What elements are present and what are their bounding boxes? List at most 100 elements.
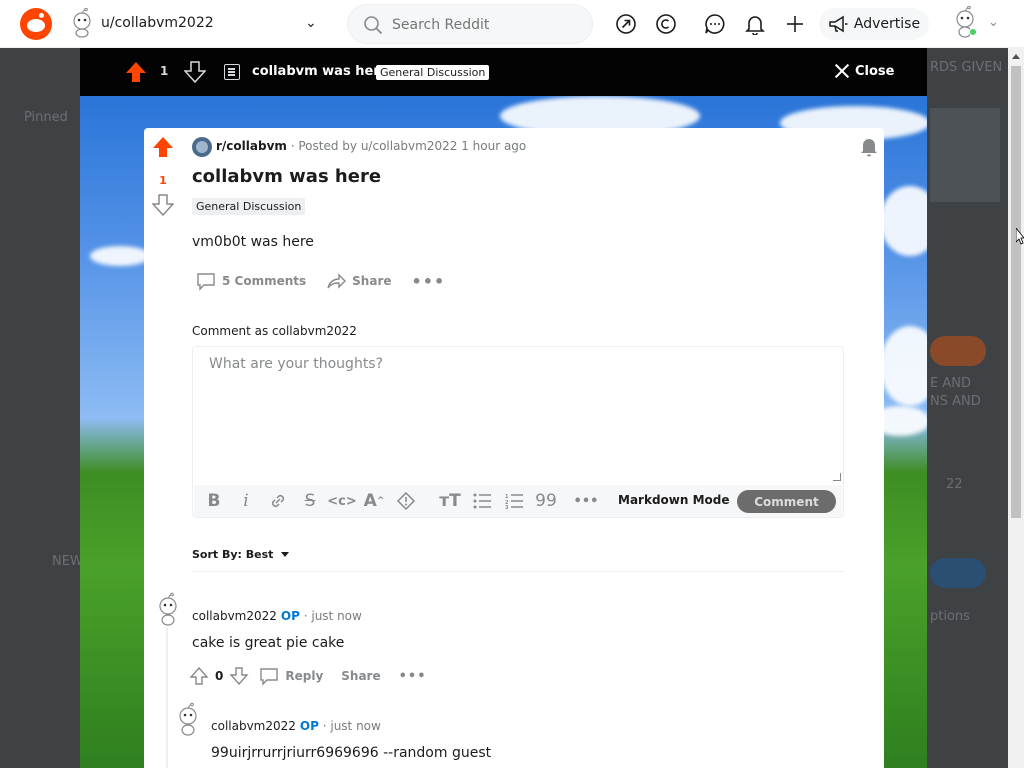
comment-as-label: Comment as collabvm2022 <box>192 324 357 338</box>
comment-more-icon[interactable]: ••• <box>399 669 427 684</box>
close-modal-button[interactable]: Close <box>834 63 894 79</box>
bulleted-list-icon[interactable] <box>466 487 498 515</box>
superscript-icon[interactable]: A ^ <box>358 487 390 515</box>
reply-button[interactable]: Reply <box>259 666 323 686</box>
comment-time: · just now <box>299 609 362 623</box>
comment-composer: B i S <c> A^ тT 123 99 ••• Markdown Mode… <box>192 346 844 518</box>
comment-downvote-icon[interactable] <box>229 666 249 686</box>
textarea-resize-handle[interactable] <box>833 473 841 481</box>
post-score: 1 <box>159 174 167 187</box>
op-badge: OP <box>280 609 300 623</box>
comment-author[interactable]: collabvm2022 <box>192 609 277 623</box>
user-menu-chevron-icon[interactable]: ⌄ <box>988 15 999 30</box>
notifications-bell-icon[interactable] <box>744 13 766 35</box>
downvote-icon[interactable] <box>152 194 174 216</box>
reddit-logo-icon[interactable] <box>20 8 52 40</box>
comment-avatar-icon[interactable] <box>154 592 182 626</box>
post-modal-header: 1 collabvm was here General Discussion C… <box>80 48 927 96</box>
post-title: collabvm was here <box>192 166 382 187</box>
backdrop-banner-image <box>930 108 1000 202</box>
create-post-plus-icon[interactable] <box>784 13 806 35</box>
sort-dropdown[interactable]: Sort By: Best <box>192 548 290 561</box>
posted-by-text: · Posted by u/collabvm2022 1 hour ago <box>290 139 527 153</box>
share-label: Share <box>352 274 392 288</box>
megaphone-icon <box>829 15 848 33</box>
search-input[interactable] <box>392 14 582 36</box>
post-flair-badge[interactable]: General Discussion <box>192 198 306 215</box>
comment-score: 0 <box>215 669 224 683</box>
submit-comment-button[interactable]: Comment <box>737 490 836 513</box>
header-flair-badge[interactable]: General Discussion <box>376 65 490 80</box>
current-community-label[interactable]: u/collabvm2022 <box>101 15 214 31</box>
heading-icon[interactable]: тT <box>434 487 466 515</box>
header-downvote-icon[interactable] <box>184 60 206 84</box>
scroll-up-arrow-icon[interactable] <box>1012 54 1020 59</box>
reply-op-badge: OP <box>299 719 319 733</box>
mouse-cursor-icon <box>1016 228 1024 245</box>
comment-textarea[interactable] <box>194 348 842 484</box>
post-body: vm0b0t was here <box>192 234 314 250</box>
top-navigation-bar: u/collabvm2022 ⌄ Advertise <box>0 0 1024 48</box>
reply-avatar-icon[interactable] <box>174 702 202 736</box>
subreddit-link[interactable]: r/collabvm <box>216 139 287 153</box>
header-post-title: collabvm was here <box>252 64 389 79</box>
inline-code-icon[interactable]: <c> <box>326 487 358 515</box>
link-icon[interactable] <box>262 487 294 515</box>
backdrop-pinned-text: Pinned <box>24 110 68 125</box>
comment-share-label: Share <box>341 669 381 683</box>
text-post-icon <box>224 64 240 80</box>
comment-thread-line[interactable] <box>166 628 168 768</box>
reply-body: 99uirjrrurrjriurr6969696 --random guest <box>211 745 492 761</box>
comment-upvote-icon[interactable] <box>189 666 209 686</box>
more-options-button[interactable]: ••• <box>408 269 450 293</box>
italic-icon[interactable]: i <box>230 487 262 515</box>
scrollbar-thumb[interactable] <box>1011 66 1021 518</box>
more-formatting-icon[interactable]: ••• <box>570 487 602 515</box>
popular-arrow-icon[interactable] <box>615 13 637 35</box>
community-dropdown-chevron-icon[interactable]: ⌄ <box>305 15 317 31</box>
more-dots-icon: ••• <box>411 271 446 291</box>
advertise-button[interactable]: Advertise <box>819 8 929 40</box>
backdrop-options-text: ptions <box>930 609 970 624</box>
comments-divider <box>192 571 844 572</box>
comment-share-button[interactable]: Share <box>341 669 380 683</box>
backdrop-new-text: NEW <box>52 554 83 569</box>
numbered-list-icon[interactable]: 123 <box>498 487 530 515</box>
reply-icon <box>260 668 279 686</box>
share-icon <box>327 273 347 289</box>
comments-button[interactable]: 5 Comments <box>192 269 310 293</box>
coins-icon[interactable] <box>655 13 677 35</box>
comments-count-label: 5 Comments <box>222 274 307 288</box>
formatting-toolbar: B i S <c> A ^ тT 123 99 ••• Markdown Mode… <box>194 485 842 517</box>
comment-icon <box>197 273 215 291</box>
sort-caret-icon <box>281 552 290 557</box>
post-actions: 5 Comments Share ••• <box>192 269 461 293</box>
subreddit-icon[interactable] <box>192 137 212 157</box>
strikethrough-icon[interactable]: S <box>294 487 326 515</box>
reply-time: · just now <box>318 719 381 733</box>
share-button[interactable]: Share <box>322 269 395 293</box>
header-upvote-icon[interactable] <box>125 60 147 84</box>
search-bar[interactable] <box>347 4 593 44</box>
bold-icon[interactable]: B <box>198 487 230 515</box>
comment-meta: collabvm2022 OP · just now <box>192 609 362 623</box>
header-score: 1 <box>160 64 169 78</box>
backdrop-count-text: 22 <box>946 477 963 492</box>
page-scrollbar[interactable] <box>1008 48 1024 768</box>
quote-block-icon[interactable]: 99 <box>530 487 562 515</box>
spoiler-icon[interactable] <box>390 487 422 515</box>
reply-author[interactable]: collabvm2022 <box>211 719 296 733</box>
online-status-indicator <box>969 28 977 36</box>
snoo-avatar-icon <box>73 8 91 38</box>
post-card: 1 r/collabvm · Posted by u/collabvm2022 … <box>144 128 884 768</box>
post-meta: r/collabvm · Posted by u/collabvm2022 1 … <box>216 139 526 153</box>
chat-icon[interactable] <box>704 13 726 35</box>
comment-actions: 0 Reply Share ••• <box>189 666 427 686</box>
upvote-icon[interactable] <box>152 136 174 158</box>
backdrop-orange-button <box>930 336 986 366</box>
reply-meta: collabvm2022 OP · just now <box>211 719 381 733</box>
follow-post-bell-icon[interactable] <box>860 137 878 157</box>
close-label: Close <box>855 63 895 79</box>
markdown-mode-toggle[interactable]: Markdown Mode <box>618 493 730 507</box>
backdrop-awards-text: RDS GIVEN <box>930 60 1003 75</box>
